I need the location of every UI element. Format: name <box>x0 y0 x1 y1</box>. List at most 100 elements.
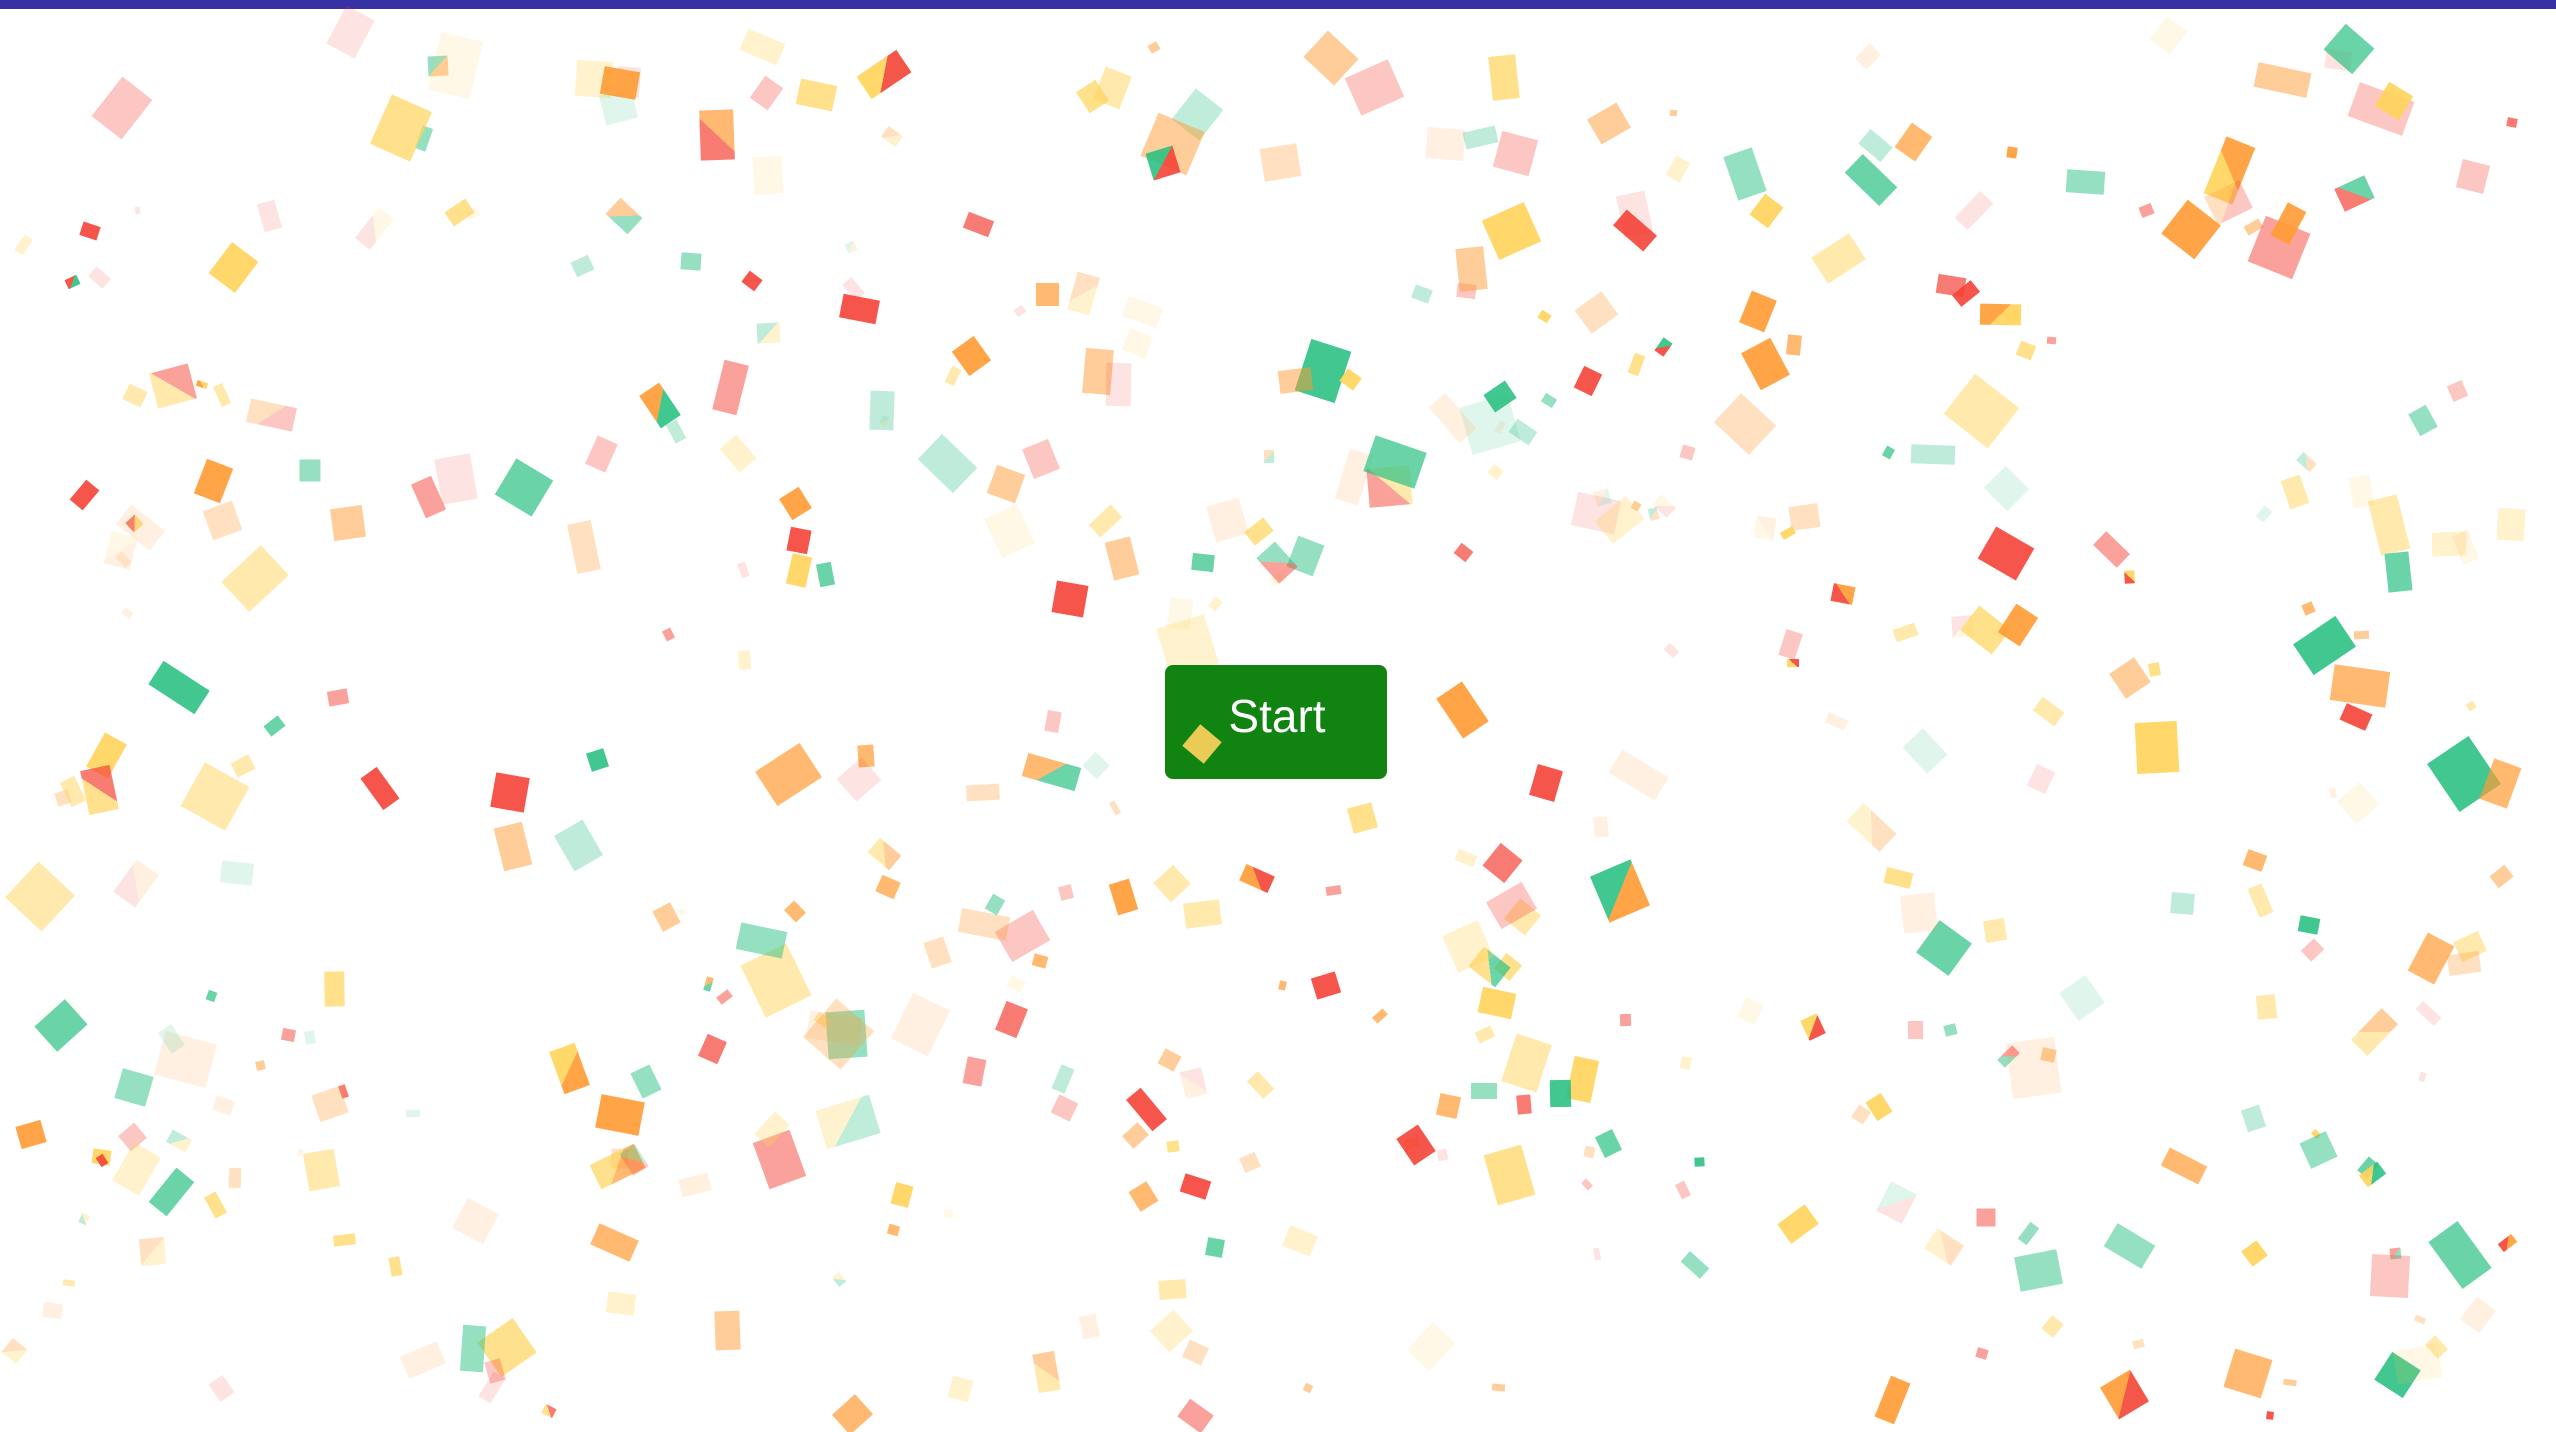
confetti-piece <box>1182 724 1222 764</box>
confetti-piece <box>15 1119 47 1150</box>
confetti-piece <box>739 28 786 66</box>
confetti-piece <box>324 971 345 1007</box>
confetti-piece <box>1411 284 1433 304</box>
confetti-piece <box>2465 700 2477 712</box>
confetti-piece <box>221 545 289 612</box>
confetti-piece <box>1975 1347 1989 1360</box>
confetti-piece <box>360 766 400 811</box>
confetti-piece <box>605 1291 637 1316</box>
confetti-piece <box>1824 712 1849 731</box>
confetti-piece <box>1491 1383 1506 1392</box>
confetti-piece <box>1166 1140 1180 1153</box>
confetti-piece <box>570 254 595 278</box>
confetti-piece <box>1908 1021 1923 1039</box>
confetti-piece <box>1128 1181 1159 1212</box>
confetti-piece <box>1894 122 1933 162</box>
confetti-piece <box>1157 1048 1182 1072</box>
confetti-piece <box>1281 1225 1319 1257</box>
confetti-piece <box>1778 629 1803 660</box>
confetti-piece <box>2124 570 2135 584</box>
confetti-piece <box>263 715 286 737</box>
confetti-piece <box>79 221 101 241</box>
confetti-piece <box>1122 1122 1149 1149</box>
confetti-piece <box>1239 863 1275 894</box>
confetti-piece <box>1302 1382 1314 1394</box>
confetti-piece <box>795 78 838 112</box>
confetti-piece <box>1406 1322 1456 1371</box>
confetti-piece <box>1777 1204 1819 1244</box>
confetti-piece <box>1694 1157 1705 1167</box>
confetti-piece <box>737 561 750 579</box>
confetti-piece <box>228 1167 242 1189</box>
confetti-piece <box>1608 749 1669 801</box>
confetti-piece <box>1680 1251 1710 1279</box>
confetti-piece <box>1935 273 1967 298</box>
confetti-piece <box>1036 283 1059 306</box>
confetti-piece <box>923 936 952 969</box>
confetti-piece <box>1516 1094 1532 1115</box>
confetti-piece <box>2006 146 2018 159</box>
confetti-piece <box>1067 271 1100 316</box>
confetti-piece <box>875 874 901 900</box>
confetti-piece <box>2026 763 2056 795</box>
confetti-piece <box>494 458 554 517</box>
confetti-piece <box>1741 337 1790 391</box>
confetti-piece <box>399 1341 447 1379</box>
confetti-piece <box>1583 1145 1596 1159</box>
confetti-piece <box>1800 1013 1826 1041</box>
confetti-piece <box>652 902 681 932</box>
confetti-piece <box>2415 1000 2442 1027</box>
confetti-piece <box>2241 1240 2268 1267</box>
confetti-piece <box>134 206 141 215</box>
confetti-piece <box>459 1324 487 1373</box>
confetti-piece <box>831 1272 847 1287</box>
confetti-piece <box>1874 1375 1911 1425</box>
confetti-piece <box>590 1223 639 1262</box>
confetti-piece <box>212 382 232 408</box>
confetti-piece <box>844 240 858 254</box>
confetti-piece <box>549 1042 590 1095</box>
confetti-piece <box>1483 1144 1536 1206</box>
confetti-piece <box>1425 126 1466 162</box>
confetti-piece <box>1455 246 1488 292</box>
confetti-piece <box>452 1197 499 1245</box>
confetti-piece <box>1153 864 1191 903</box>
confetti-piece <box>490 772 530 813</box>
confetti-piece <box>2109 657 2151 699</box>
confetti-piece <box>78 1212 90 1226</box>
confetti-piece <box>1892 622 1919 643</box>
confetti-piece <box>1435 1093 1462 1119</box>
confetti-piece <box>735 922 788 959</box>
confetti-piece <box>1900 892 1938 934</box>
start-button[interactable]: Start <box>1165 665 1387 779</box>
confetti-piece <box>1574 291 1619 334</box>
confetti-piece <box>2014 1249 2063 1292</box>
confetti-piece <box>1191 552 1215 573</box>
confetti-piece <box>1881 445 1896 460</box>
confetti-piece <box>2408 404 2438 437</box>
confetti-piece <box>2459 1296 2497 1334</box>
confetti-piece <box>984 503 1035 559</box>
confetti-piece <box>541 1403 557 1419</box>
confetti-piece <box>2242 849 2268 872</box>
confetti-piece <box>91 76 153 140</box>
confetti-piece <box>1983 465 2030 512</box>
confetti-piece <box>2247 883 2274 918</box>
confetti-piece <box>586 748 609 772</box>
confetti-piece <box>1347 802 1378 834</box>
confetti-piece <box>831 1394 874 1432</box>
confetti-piece <box>856 49 912 100</box>
confetti-piece <box>966 783 1000 802</box>
confetti-piece <box>815 1094 881 1150</box>
confetti-piece <box>1239 1151 1261 1174</box>
confetti-piece <box>2350 1008 2399 1056</box>
confetti-piece <box>369 94 433 162</box>
confetti-piece <box>1088 504 1123 538</box>
confetti-piece <box>2329 787 2337 799</box>
confetti-piece <box>2446 379 2469 403</box>
confetti-piece <box>406 1110 420 1117</box>
confetti-piece <box>756 322 781 344</box>
confetti-piece <box>1179 1067 1208 1099</box>
confetti-piece <box>122 383 148 408</box>
confetti-piece <box>714 1310 741 1351</box>
